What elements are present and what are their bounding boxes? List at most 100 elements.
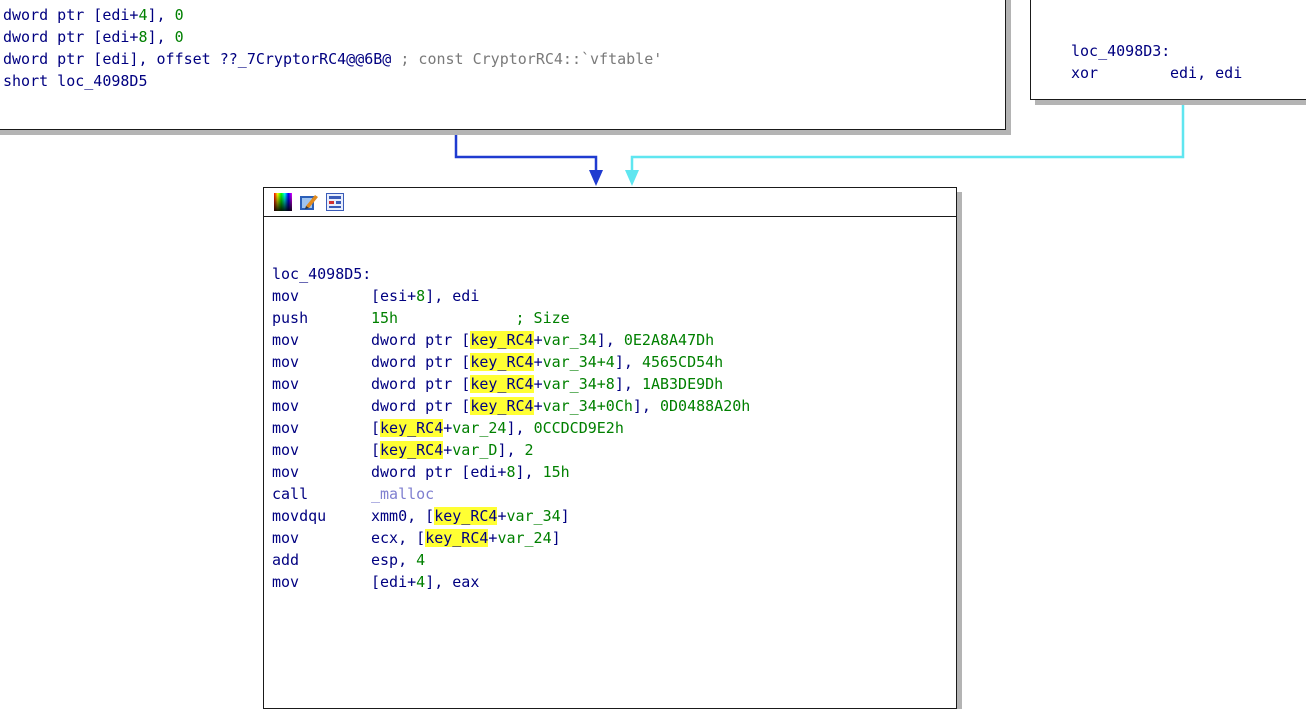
operand-text: esp, bbox=[371, 551, 417, 569]
instruction-line[interactable]: movdqu xmm0, [key_RC4+var_34] bbox=[272, 505, 570, 527]
instruction-line[interactable]: mov dword ptr [key_RC4+var_34+4], 4565CD5… bbox=[272, 351, 723, 373]
operand-text: ], bbox=[497, 441, 525, 459]
instruction-line[interactable]: mov dword ptr [key_RC4+var_34+0Ch], 0D048… bbox=[272, 395, 750, 417]
operand-value: 8 bbox=[506, 463, 516, 481]
operand-text: ] bbox=[551, 529, 561, 547]
highlighted-symbol[interactable]: key_RC4 bbox=[380, 441, 444, 459]
operand-text: dword ptr [ bbox=[371, 375, 471, 393]
mnemonic: xor bbox=[1071, 64, 1099, 82]
operand-text: ], eax bbox=[425, 573, 480, 591]
node-toolbar bbox=[264, 188, 956, 217]
instruction-line[interactable]: xor edi, edi bbox=[1071, 62, 1242, 84]
operand-text: + bbox=[443, 441, 453, 459]
highlighted-symbol[interactable]: key_RC4 bbox=[434, 507, 498, 525]
code-block-top-right[interactable]: loc_4098D3: xor edi, edi bbox=[1030, 0, 1306, 100]
mnemonic: mov bbox=[272, 397, 300, 415]
color-palette-icon[interactable] bbox=[274, 193, 292, 211]
instruction-line[interactable]: push 15h ; Size bbox=[272, 307, 570, 329]
mnemonic: mov bbox=[272, 441, 300, 459]
operand-text: [ bbox=[371, 419, 381, 437]
mnemonic: mov bbox=[272, 331, 300, 349]
highlighted-symbol[interactable]: key_RC4 bbox=[380, 419, 444, 437]
mnemonic: add bbox=[272, 551, 300, 569]
code-block-main[interactable]: loc_4098D5: mov [esi+8], edi push 15h ; Siz… bbox=[263, 187, 957, 709]
operand-value: var_24 bbox=[497, 529, 552, 547]
operand-value: var_D bbox=[452, 441, 498, 459]
graph-view-icon[interactable] bbox=[326, 193, 344, 211]
instruction-line[interactable]: mov [esi+8], edi bbox=[272, 285, 479, 307]
mnemonic: mov bbox=[272, 375, 300, 393]
instruction-line[interactable]: mov [edi+4], eax bbox=[272, 571, 479, 593]
operand-value: 2 bbox=[524, 441, 534, 459]
operand-value: 1AB3DE9Dh bbox=[641, 375, 724, 393]
instruction-line[interactable]: short loc_4098D5 bbox=[3, 70, 148, 92]
instruction-line[interactable]: call _malloc bbox=[272, 483, 434, 505]
block-label[interactable]: loc_4098D5: bbox=[272, 263, 371, 285]
operand-text: ], bbox=[614, 353, 642, 371]
operand-text: dword ptr [ bbox=[371, 331, 471, 349]
operand-text: ], bbox=[506, 419, 534, 437]
edge-blue-jump bbox=[454, 128, 598, 172]
edge-blue-arrowhead bbox=[589, 170, 603, 186]
operand-value: 15h bbox=[371, 309, 399, 327]
instruction-line[interactable]: dword ptr [edi+8], 0 bbox=[3, 26, 184, 48]
function-name[interactable]: _malloc bbox=[371, 485, 434, 503]
highlighted-symbol[interactable]: key_RC4 bbox=[470, 397, 534, 415]
mnemonic: call bbox=[272, 485, 309, 503]
operand-value: ; Size bbox=[398, 309, 570, 327]
operand-value: 0CCDCD9E2h bbox=[533, 419, 624, 437]
operand-text: ], edi bbox=[425, 287, 480, 305]
mnemonic: push bbox=[272, 309, 309, 327]
operand-text: xmm0, [ bbox=[371, 507, 435, 525]
mnemonic: mov bbox=[272, 353, 300, 371]
instruction-line[interactable]: mov [key_RC4+var_24], 0CCDCD9E2h bbox=[272, 417, 624, 439]
operand-value: 0D0488A20h bbox=[660, 397, 751, 415]
code-block-top-left[interactable]: dword ptr [edi+4], 0 dword ptr [edi+8], … bbox=[0, 0, 1006, 130]
operand-text: [esi+ bbox=[371, 287, 417, 305]
operand-text: [ bbox=[371, 441, 381, 459]
operand-value: var_34 bbox=[542, 331, 597, 349]
operand-text: dword ptr [ bbox=[371, 397, 471, 415]
operand-text: ], bbox=[614, 375, 642, 393]
operand-value: 15h bbox=[542, 463, 570, 481]
instruction-line[interactable]: mov ecx, [key_RC4+var_24] bbox=[272, 527, 561, 549]
operand-text: + bbox=[533, 331, 543, 349]
operand-text: + bbox=[533, 353, 543, 371]
edit-node-icon[interactable] bbox=[300, 193, 318, 211]
operand-text: ], bbox=[596, 331, 624, 349]
operands: edi, edi bbox=[1170, 64, 1243, 82]
operand-value: 4 bbox=[416, 573, 426, 591]
mnemonic: mov bbox=[272, 573, 300, 591]
operand-text: ecx, [ bbox=[371, 529, 426, 547]
operand-value: 4 bbox=[416, 551, 426, 569]
highlighted-symbol[interactable]: key_RC4 bbox=[470, 331, 534, 349]
highlighted-symbol[interactable]: key_RC4 bbox=[470, 353, 534, 371]
highlighted-symbol[interactable]: key_RC4 bbox=[470, 375, 534, 393]
mnemonic: movdqu bbox=[272, 507, 327, 525]
instruction-line[interactable]: add esp, 4 bbox=[272, 549, 425, 571]
instruction-line[interactable]: mov dword ptr [edi+8], 15h bbox=[272, 461, 570, 483]
operand-text: + bbox=[443, 419, 453, 437]
operand-text: ], bbox=[515, 463, 543, 481]
instruction-line[interactable]: mov dword ptr [key_RC4+var_34], 0E2A8A47D… bbox=[272, 329, 714, 351]
operand-text: + bbox=[533, 375, 543, 393]
operand-text: ], bbox=[632, 397, 660, 415]
operand-value: 8 bbox=[416, 287, 426, 305]
instruction-line[interactable]: dword ptr [edi+4], 0 bbox=[3, 4, 184, 26]
mnemonic: mov bbox=[272, 419, 300, 437]
operand-value: var_34+0Ch bbox=[542, 397, 633, 415]
highlighted-symbol[interactable]: key_RC4 bbox=[425, 529, 489, 547]
edge-cyan-arrowhead bbox=[625, 170, 639, 186]
operand-value: var_24 bbox=[452, 419, 507, 437]
mnemonic: mov bbox=[272, 463, 300, 481]
mnemonic: mov bbox=[272, 287, 300, 305]
operand-value: var_34+8 bbox=[542, 375, 615, 393]
instruction-line[interactable]: mov [key_RC4+var_D], 2 bbox=[272, 439, 534, 461]
block-label[interactable]: loc_4098D3: bbox=[1071, 40, 1170, 62]
instruction-line[interactable]: mov dword ptr [key_RC4+var_34+8], 1AB3DE9… bbox=[272, 373, 723, 395]
instruction-line[interactable]: dword ptr [edi], offset ??_7CryptorRC4@@… bbox=[3, 48, 662, 70]
operand-value: 0E2A8A47Dh bbox=[623, 331, 715, 349]
vftable-symbol[interactable]: ??_7CryptorRC4@@6B@ bbox=[220, 50, 392, 68]
operand-text: ] bbox=[560, 507, 570, 525]
operand-text: + bbox=[533, 397, 543, 415]
